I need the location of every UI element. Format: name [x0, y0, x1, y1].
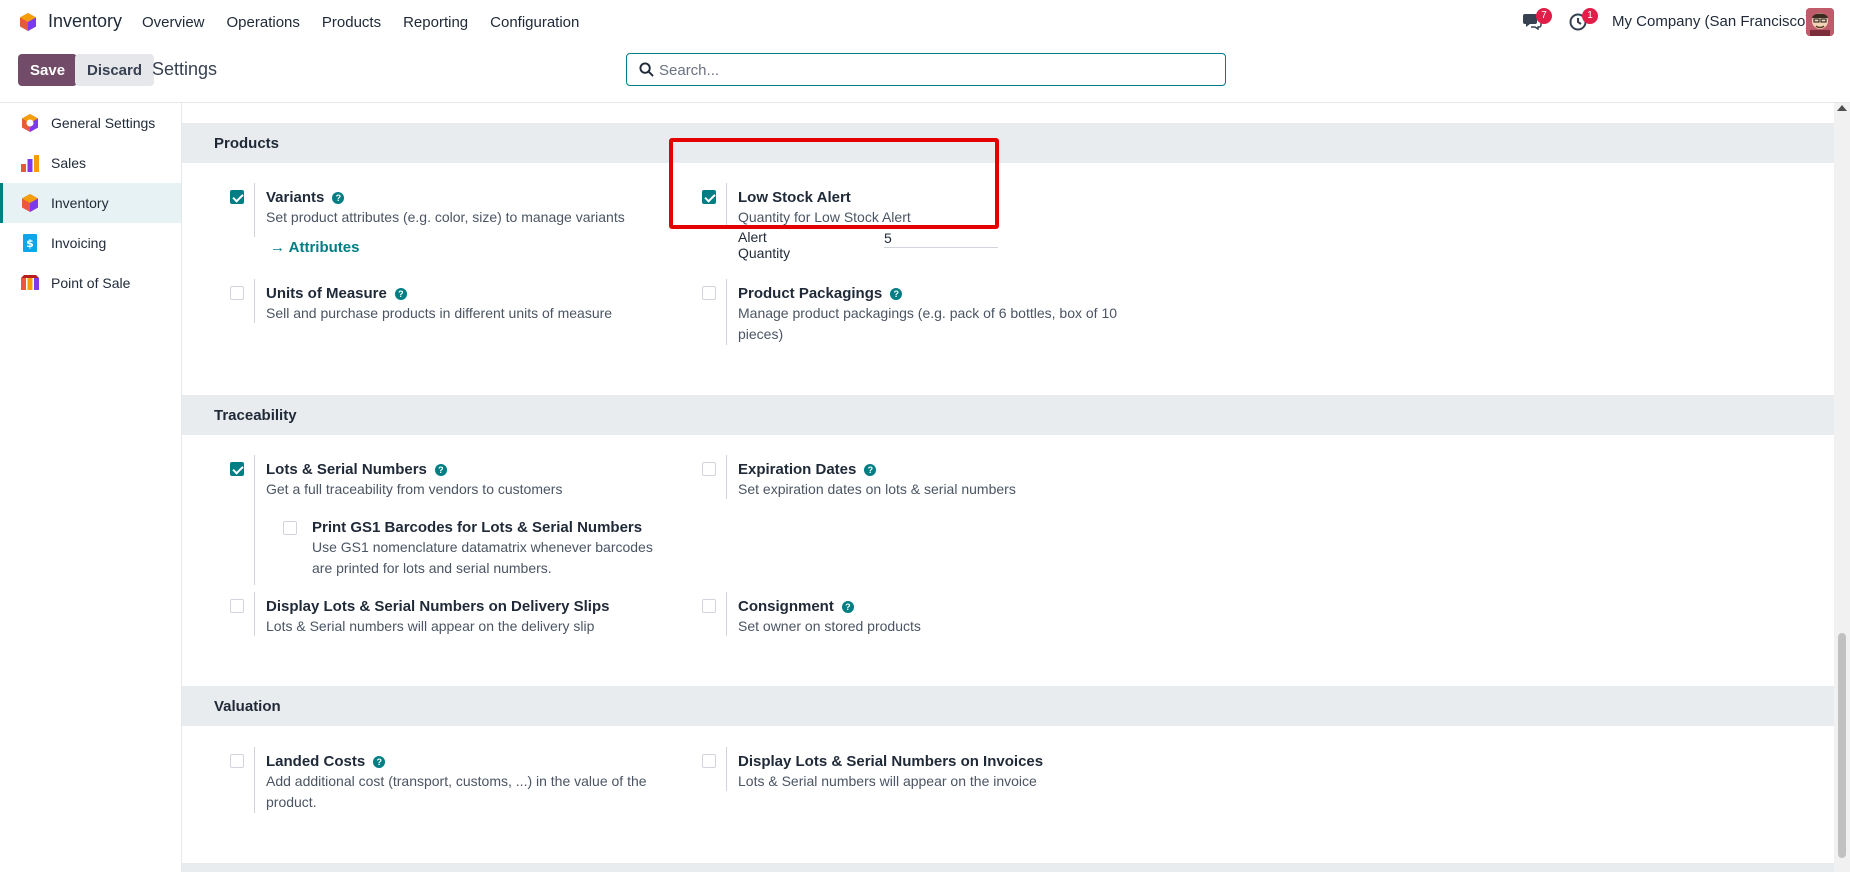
- setting-title: Product Packagings: [738, 285, 883, 302]
- setting-description: Quantity for Low Stock Alert: [738, 209, 911, 225]
- setting-description: Lots & Serial numbers will appear on the…: [738, 773, 1037, 789]
- settings-sidebar: General Settings Sales Inventory $ Invoi…: [0, 103, 182, 872]
- alert-quantity-label: Alert Quantity: [738, 229, 791, 261]
- help-icon[interactable]: ?: [890, 288, 903, 300]
- section-title: Products: [214, 135, 280, 152]
- product-packagings-checkbox[interactable]: [702, 286, 716, 300]
- setting-description: Get a full traceability from vendors to …: [266, 481, 563, 497]
- help-icon[interactable]: ?: [394, 288, 407, 300]
- sidebar-item-label: Sales: [51, 155, 87, 171]
- expiration-dates-checkbox[interactable]: [702, 462, 716, 476]
- main-menu: Overview Operations Products Reporting C…: [142, 0, 601, 44]
- help-icon[interactable]: ?: [864, 464, 877, 476]
- setting-description: Add additional cost (transport, customs,…: [266, 773, 647, 810]
- search-input[interactable]: [659, 58, 1209, 82]
- sidebar-item-general-settings[interactable]: General Settings: [0, 103, 181, 143]
- setting-description: Set expiration dates on lots & serial nu…: [738, 481, 1016, 497]
- alert-quantity-input[interactable]: [884, 228, 998, 248]
- help-icon[interactable]: ?: [332, 192, 345, 204]
- scroll-thumb[interactable]: [1838, 633, 1846, 858]
- sidebar-item-point-of-sale[interactable]: Point of Sale: [0, 263, 181, 303]
- section-traceability-header: Traceability: [182, 395, 1834, 435]
- section-title: Traceability: [214, 407, 297, 424]
- help-icon[interactable]: ?: [373, 756, 386, 768]
- setting-title: Display Lots & Serial Numbers on Deliver…: [266, 598, 610, 615]
- sidebar-item-label: General Settings: [51, 115, 156, 131]
- sidebar-item-invoicing[interactable]: $ Invoicing: [0, 223, 181, 263]
- menu-products[interactable]: Products: [322, 14, 381, 31]
- sidebar-item-sales[interactable]: Sales: [0, 143, 181, 183]
- top-navbar: Inventory Overview Operations Products R…: [0, 0, 1850, 44]
- inventory-icon: [22, 194, 38, 212]
- sidebar-item-label: Point of Sale: [51, 275, 131, 291]
- arrow-right-icon: →: [270, 239, 289, 256]
- variants-checkbox[interactable]: [230, 190, 244, 204]
- discard-button[interactable]: Discard: [75, 54, 155, 86]
- sales-icon: [21, 155, 39, 172]
- setting-description: Use GS1 nomenclature datamatrix whenever…: [312, 539, 653, 576]
- page-title: Settings: [152, 59, 218, 79]
- section-next-header: [182, 863, 1834, 872]
- lots-serial-numbers-checkbox[interactable]: [230, 462, 244, 476]
- setting-description: Lots & Serial numbers will appear on the…: [266, 618, 595, 634]
- activities-button[interactable]: 1: [1568, 8, 1598, 32]
- sidebar-item-label: Invoicing: [51, 235, 107, 251]
- messages-badge: 7: [1536, 8, 1552, 24]
- search-icon: [639, 62, 654, 77]
- section-valuation-header: Valuation: [182, 686, 1834, 726]
- attributes-link[interactable]: → Attributes: [270, 239, 359, 256]
- menu-operations[interactable]: Operations: [227, 14, 300, 31]
- setting-description: Sell and purchase products in different …: [266, 305, 613, 321]
- company-switcher[interactable]: My Company (San Francisco): [1612, 13, 1810, 30]
- low-stock-alert-checkbox[interactable]: [702, 190, 716, 204]
- invoicing-icon: $: [23, 234, 37, 252]
- messages-button[interactable]: 7: [1522, 8, 1552, 32]
- setting-title: Landed Costs: [266, 753, 366, 770]
- sidebar-item-label: Inventory: [51, 195, 109, 211]
- settings-icon: [22, 114, 38, 132]
- vertical-scrollbar[interactable]: [1834, 103, 1850, 872]
- section-products-header: Products: [182, 123, 1834, 163]
- menu-reporting[interactable]: Reporting: [403, 14, 468, 31]
- control-panel: Save Discard Settings: [0, 44, 1850, 103]
- consignment-checkbox[interactable]: [702, 599, 716, 613]
- activities-badge: 1: [1582, 8, 1598, 24]
- pos-icon: [21, 275, 39, 290]
- setting-description: Set owner on stored products: [738, 618, 921, 634]
- setting-title: Lots & Serial Numbers: [266, 461, 427, 478]
- lots-on-invoices-checkbox[interactable]: [702, 754, 716, 768]
- user-avatar[interactable]: [1806, 8, 1834, 36]
- help-icon[interactable]: ?: [841, 601, 854, 613]
- sidebar-item-inventory[interactable]: Inventory: [0, 183, 181, 223]
- delivery-slips-checkbox[interactable]: [230, 599, 244, 613]
- avatar-icon: [1806, 8, 1834, 36]
- menu-overview[interactable]: Overview: [142, 14, 205, 31]
- search-box[interactable]: [626, 53, 1226, 86]
- setting-title: Consignment: [738, 598, 834, 615]
- menu-configuration[interactable]: Configuration: [490, 14, 579, 31]
- setting-title: Low Stock Alert: [738, 189, 851, 206]
- setting-description: Set product attributes (e.g. color, size…: [266, 209, 625, 225]
- setting-title: Print GS1 Barcodes for Lots & Serial Num…: [312, 519, 643, 536]
- app-name[interactable]: Inventory: [48, 11, 122, 32]
- setting-title: Units of Measure: [266, 285, 387, 302]
- gs1-barcodes-checkbox[interactable]: [283, 521, 297, 535]
- setting-title: Display Lots & Serial Numbers on Invoice…: [738, 753, 1044, 770]
- setting-title: Variants: [266, 189, 325, 206]
- section-title: Valuation: [214, 698, 281, 715]
- svg-text:$: $: [26, 237, 34, 250]
- inventory-app-icon[interactable]: [18, 12, 38, 32]
- settings-content: Products Variants? Set product attribute…: [182, 103, 1834, 872]
- setting-description: Manage product packagings (e.g. pack of …: [738, 305, 1118, 342]
- save-button[interactable]: Save: [18, 54, 78, 86]
- help-icon[interactable]: ?: [434, 464, 447, 476]
- scroll-up-icon[interactable]: [1837, 105, 1847, 111]
- units-of-measure-checkbox[interactable]: [230, 286, 244, 300]
- setting-title: Expiration Dates: [738, 461, 857, 478]
- landed-costs-checkbox[interactable]: [230, 754, 244, 768]
